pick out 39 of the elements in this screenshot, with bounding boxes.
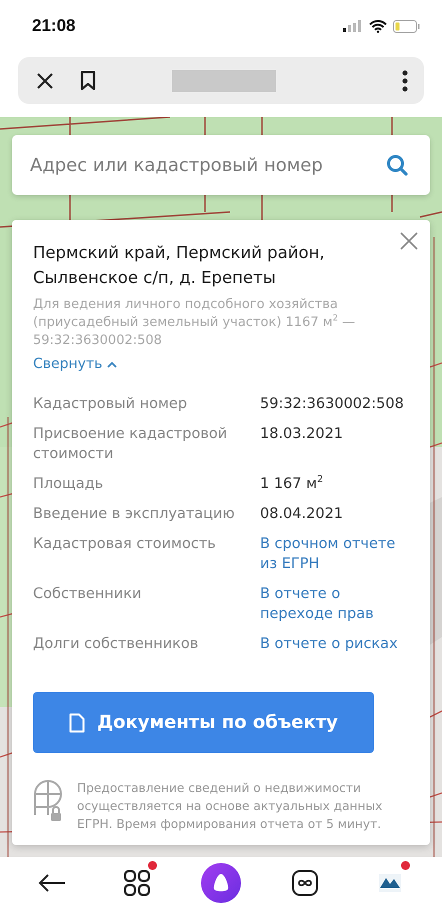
field-label: Кадастровый номер [33, 395, 188, 414]
signal-icon [343, 20, 363, 32]
back-arrow-icon[interactable] [38, 874, 66, 892]
field-value: 1 167 м$^{2}$ [260, 474, 324, 494]
field-label: Собственники [33, 585, 142, 604]
more-icon[interactable] [402, 70, 408, 92]
infinity-icon[interactable] [292, 870, 318, 896]
bookmark-icon[interactable] [80, 70, 96, 90]
search-bar[interactable]: Адрес или кадастровый номер [12, 135, 430, 195]
close-icon[interactable] [36, 72, 54, 90]
info-note: Предоставление сведений о недвижимости осуществляется на основе актуальных данных ЕГРН. Время формирования отчета от 5 минут. [77, 780, 384, 833]
apps-grid-icon[interactable] [124, 870, 150, 896]
battery-icon [393, 20, 420, 32]
clock-time: 21:08 [32, 16, 76, 36]
report-link[interactable]: В отчете о переходе прав [260, 584, 409, 624]
mountain-app-icon[interactable] [378, 874, 401, 892]
wifi-icon [369, 20, 387, 32]
field-label: Введение в эксплуатацию [33, 505, 236, 524]
report-link[interactable]: В срочном отчете из ЕГРН [260, 534, 409, 574]
field-value: 59:32:3630002:508 [260, 395, 405, 414]
field-label: Кадастровая стоимость [33, 535, 217, 554]
search-icon[interactable] [386, 154, 408, 176]
search-field[interactable]: Адрес или кадастровый номер [28, 154, 386, 176]
field-value: 08.04.2021 [260, 505, 344, 524]
notification-badge [400, 861, 410, 870]
field-value: 18.03.2021 [260, 425, 344, 444]
documents-button[interactable]: Документы по объекту [33, 692, 374, 753]
chevron-up-icon [107, 360, 118, 368]
notification-badge [148, 861, 157, 870]
address-title: Пермский край, Пермский район, Сылвенское с/п, д. Ерепеты [33, 242, 326, 289]
document-icon [69, 712, 86, 732]
field-label: Долги собственников [33, 635, 200, 654]
report-link[interactable]: В отчете о рисках [260, 634, 409, 654]
map-lock-icon [33, 779, 63, 823]
plot-description: Для ведения личного подсобного хозяйства (приусадебный земельный участок) 1167 м$^{2}$ — 59:32:3630002:508 [33, 296, 356, 350]
collapse-link[interactable]: Свернуть [33, 356, 118, 372]
field-label: Площадь [33, 475, 104, 494]
assistant-icon[interactable] [200, 862, 242, 904]
field-label: Присвоение кадастровой стоимости [33, 425, 228, 464]
